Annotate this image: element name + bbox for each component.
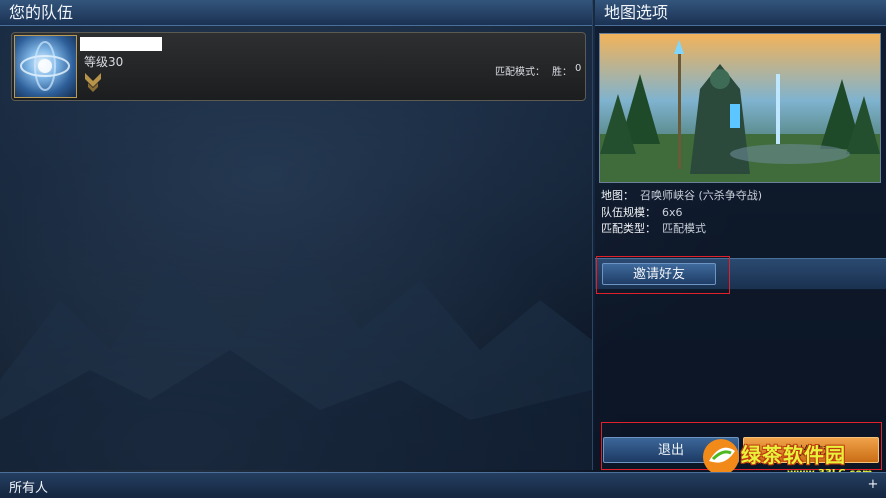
- match-type-row: 匹配类型： 匹配模式: [601, 220, 706, 236]
- map-name-label: 地图：: [601, 189, 634, 202]
- team-panel-title: 您的队伍: [0, 0, 592, 26]
- map-name-value: 召唤师峡谷 (六杀争夺战): [640, 189, 763, 202]
- chat-channel-label[interactable]: 所有人: [9, 477, 48, 496]
- summoner-avatar[interactable]: [14, 35, 77, 98]
- wins-count: 0: [575, 63, 582, 74]
- match-type-label: 匹配类型：: [601, 222, 656, 235]
- watermark-logo-icon: [703, 439, 739, 475]
- team-size-value: 6x6: [662, 206, 683, 219]
- summoner-name-redacted: [80, 37, 162, 51]
- map-preview-image: [599, 33, 881, 183]
- invite-highlight-box: [596, 256, 730, 294]
- summoner-level: 等级30: [84, 55, 124, 69]
- team-panel: 您的队伍 等级30 匹配模式： 胜： 0: [0, 0, 593, 470]
- team-size-label: 队伍规模：: [601, 206, 656, 219]
- map-name-row: 地图： 召唤师峡谷 (六杀争夺战): [601, 187, 762, 203]
- team-member-card[interactable]: 等级30 匹配模式： 胜： 0: [11, 32, 586, 101]
- summoner-icon: [20, 41, 70, 91]
- chat-bar: 所有人 +: [0, 472, 886, 498]
- match-type-value: 匹配模式: [662, 222, 706, 235]
- map-options-title: 地图选项: [595, 0, 886, 26]
- expand-chat-button[interactable]: +: [866, 478, 880, 492]
- map-options-panel: 地图选项 地图： 召唤师峡谷 (六杀争夺战) 队伍规模： 6x6 匹配类型： 匹…: [595, 0, 886, 470]
- team-size-row: 队伍规模： 6x6: [601, 204, 683, 220]
- watermark-text: 绿茶软件园: [741, 443, 846, 467]
- rank-badge-icon: [85, 73, 101, 92]
- match-mode-label: 匹配模式：: [495, 67, 545, 78]
- wins-label: 胜：: [552, 67, 572, 78]
